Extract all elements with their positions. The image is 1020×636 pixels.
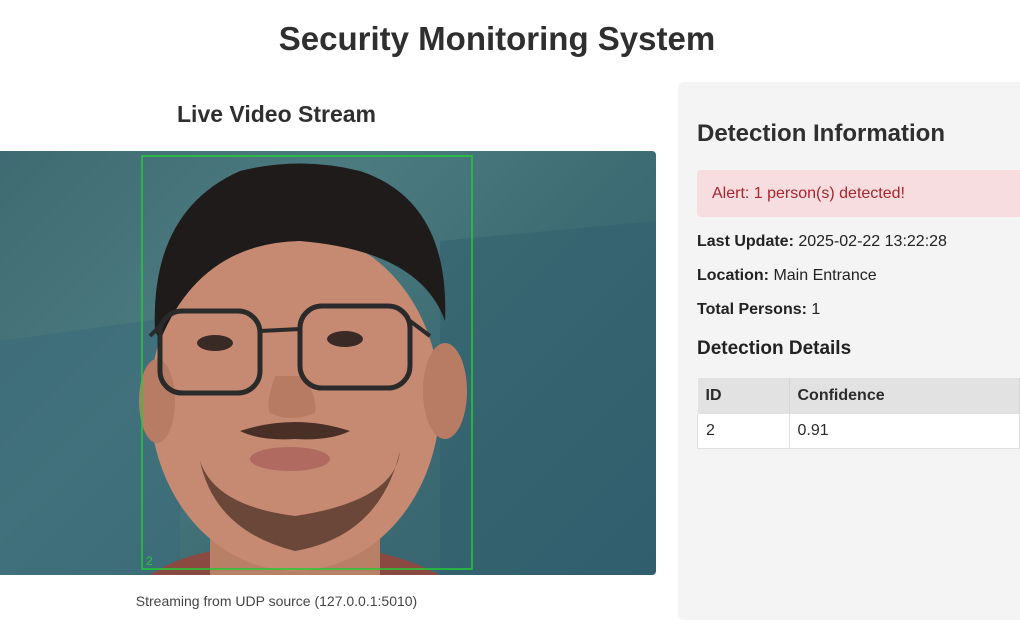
stream-source-caption: Streaming from UDP source (127.0.0.1:501… — [135, 593, 418, 609]
detection-info-panel: Detection Information Alert: 1 person(s)… — [678, 82, 1020, 620]
location-label: Location: — [697, 267, 769, 284]
page-title: Security Monitoring System — [278, 20, 716, 57]
table-cell-id: 2 — [697, 414, 790, 449]
video-stream[interactable]: 2 — [0, 151, 656, 575]
total-persons-value: 1 — [811, 301, 821, 318]
total-persons-label: Total Persons: — [697, 301, 807, 318]
video-section: Live Video Stream 2 Streaming from UDP s… — [0, 98, 656, 618]
table-row: 2 0.91 — [697, 414, 1020, 449]
detection-details-heading: Detection Details — [697, 338, 852, 359]
detection-details-table: ID Confidence 2 0.91 — [697, 378, 1020, 449]
detection-info-heading: Detection Information — [697, 120, 946, 147]
detection-box-label: 2 — [146, 554, 153, 568]
table-header-id: ID — [697, 378, 790, 414]
last-update-label: Last Update: — [697, 233, 794, 250]
video-heading: Live Video Stream — [177, 101, 376, 127]
last-update-value: 2025-02-22 13:22:28 — [798, 233, 947, 250]
location-value: Main Entrance — [773, 267, 877, 284]
last-update-row: Last Update: 2025-02-22 13:22:28 — [697, 233, 947, 251]
total-persons-row: Total Persons: 1 — [697, 301, 820, 319]
alert-banner: Alert: 1 person(s) detected! — [697, 170, 1020, 217]
table-header-row: ID Confidence — [697, 378, 1020, 414]
table-cell-confidence: 0.91 — [789, 414, 1020, 449]
page: Security Monitoring System Live Video St… — [0, 0, 1020, 636]
table-header-confidence: Confidence — [789, 378, 1020, 414]
video-frame-image: 2 — [0, 155, 656, 575]
location-row: Location: Main Entrance — [697, 267, 877, 285]
